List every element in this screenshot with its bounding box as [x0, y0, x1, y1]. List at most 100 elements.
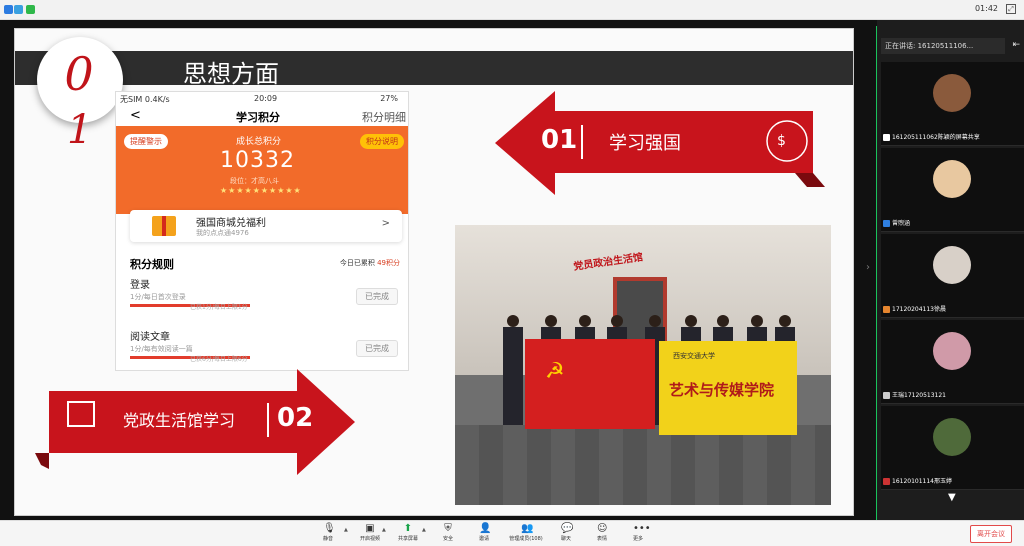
group-photo: 党员政治生活馆 ☭ 西安交通大学 艺术与传媒学院: [455, 225, 831, 505]
participant-name: 17120204113徐晨: [883, 304, 946, 313]
rule-progress-text: 已获6分/每日上限6分: [190, 356, 248, 363]
meeting-timer: 01:42: [974, 4, 998, 13]
phone-nav-detail: 积分明细: [362, 111, 406, 124]
chevron-up-icon[interactable]: ▲: [382, 527, 386, 533]
avatar: [933, 160, 971, 198]
participant-name-text: 王瑞17120513121: [892, 392, 946, 399]
microphone-icon: [883, 392, 890, 399]
score-label: 成长总积分: [236, 137, 282, 147]
more-button-label: 更多: [632, 536, 643, 542]
banner-right-divider: [581, 125, 583, 159]
collapse-icon[interactable]: ⇤: [1012, 40, 1020, 50]
rule-tag: 积分说明: [360, 134, 404, 149]
rank-stars: ★★★★★★★★★★: [220, 186, 302, 195]
alert-tag: 提醒警示: [124, 134, 168, 149]
app-icon: [4, 5, 13, 14]
rules-today: 今日已累积 49积分: [340, 258, 400, 268]
participant-name-text: 16120101114邢玉婷: [892, 478, 952, 485]
participant-tile[interactable]: 161205111062陈颖的屏幕共享: [881, 62, 1024, 146]
scroll-down-icon[interactable]: ▼: [948, 492, 956, 503]
video-button-label: 开启视频: [359, 536, 380, 542]
mic-muted-icon: [883, 478, 890, 485]
rule-progress-text: 已获1分/每日上限1分: [190, 304, 248, 311]
rules-today-label: 今日已累积: [339, 259, 375, 267]
share-screen-icon: ⬆: [403, 523, 413, 534]
lightbulb-money-icon: $: [777, 133, 786, 149]
party-flag: ☭: [525, 339, 655, 429]
user-icon: [883, 220, 890, 227]
participant-tile[interactable]: 王瑞17120513121: [881, 320, 1024, 404]
manage-participants-button[interactable]: 👥 管理成员(108): [504, 523, 548, 542]
phone-status-bar: 无SIM 0.4K/s 20:09 27%: [116, 92, 408, 106]
signal-icon: [26, 5, 35, 14]
rule-status: 已完成: [356, 288, 398, 305]
participant-name-text: 161205111062陈颖的屏幕共享: [892, 134, 980, 141]
participant-name: 曾煦涵: [883, 218, 910, 227]
leave-meeting-button[interactable]: 离开会议: [970, 525, 1012, 543]
rules-today-points: 49积分: [377, 259, 400, 267]
avatar: [933, 418, 971, 456]
phone-nav-title: 学习积分: [236, 111, 280, 124]
rule-item: 登录 1分/每日首次登录 已获1分/每日上限1分 已完成: [130, 276, 402, 322]
screen-share-icon: [883, 134, 890, 141]
user-icon: [883, 306, 890, 313]
avatar: [933, 246, 971, 284]
rule-status: 已完成: [356, 340, 398, 357]
slide-title: 思想方面: [183, 60, 279, 88]
smile-icon: ☺: [597, 523, 608, 534]
status-battery: 27%: [380, 94, 398, 103]
participant-name-text: 17120204113徐晨: [892, 306, 946, 313]
college-banner-text: 艺术与传媒学院: [669, 381, 775, 399]
badge-digit-one: 1: [67, 107, 93, 153]
mute-button[interactable]: 🎙 静音: [308, 523, 348, 542]
chat-button[interactable]: 💬 聊天: [546, 523, 586, 542]
rule-name: 阅读文章: [130, 332, 170, 343]
chevron-up-icon[interactable]: ▲: [422, 527, 426, 533]
participant-tile[interactable]: 17120204113徐晨: [881, 234, 1024, 318]
avatar: [933, 74, 971, 112]
banner-right-number: 01: [541, 125, 578, 155]
invite-button[interactable]: 👤 邀请: [464, 523, 504, 542]
banner-left-number: 02: [277, 403, 314, 433]
mall-subtitle: 我的点点通4976: [196, 229, 249, 237]
chat-button-label: 聊天: [560, 536, 571, 542]
fullscreen-icon[interactable]: ⤢: [1006, 4, 1016, 14]
rule-item: 阅读文章 1分/每有效阅读一篇 已获6分/每日上限6分 已完成: [130, 328, 402, 370]
phone-screenshot: 无SIM 0.4K/s 20:09 27% < 学习积分 积分明细 提醒警示 积…: [115, 91, 409, 371]
participant-tile[interactable]: 16120101114邢玉婷: [881, 406, 1024, 490]
panel-toggle-icon[interactable]: ›: [866, 262, 870, 273]
presentation-icon: [67, 401, 95, 427]
banner-right-text: 学习强国: [609, 133, 681, 154]
more-icon: •••: [633, 523, 651, 534]
college-banner-school: 西安交通大学: [673, 352, 715, 360]
phone-nav-bar: < 学习积分 积分明细: [116, 106, 408, 126]
mall-card: 强国商城兑福利 我的点点通4976 >: [130, 210, 402, 242]
security-button[interactable]: ▲ ⛨ 安全: [422, 523, 468, 542]
invite-icon: 👤: [479, 523, 492, 534]
more-button[interactable]: ••• 更多: [618, 523, 658, 542]
share-screen-button-label: 共享屏幕: [397, 536, 418, 542]
slide-header-band: [15, 51, 853, 85]
participant-name-text: 曾煦涵: [892, 220, 911, 227]
manage-participants-label: 管理成员(108): [509, 536, 543, 542]
participant-tile[interactable]: 曾煦涵: [881, 148, 1024, 232]
rule-desc: 1分/每有效阅读一篇: [130, 345, 193, 353]
chevron-right-icon: >: [381, 218, 390, 229]
participant-name: 161205111062陈颖的屏幕共享: [883, 132, 980, 141]
banner-left-text: 党政生活馆学习: [123, 411, 236, 430]
banner-left-divider: [267, 403, 269, 437]
chat-icon: 💬: [561, 523, 574, 534]
participant-panel: 正在讲话: 16120511106... ⇤ 161205111062陈颖的屏幕…: [877, 20, 1024, 520]
score-rank: 段位：才高八斗: [230, 177, 279, 185]
mute-button-label: 静音: [322, 536, 333, 542]
reactions-button-label: 表情: [596, 536, 607, 542]
camera-off-icon: ▣: [365, 523, 375, 534]
shared-screen: 思想方面 0 1 无SIM 0.4K/s 20:09 27% < 学习积分 积分…: [0, 20, 877, 520]
person: [503, 315, 523, 425]
shield-icon: [14, 5, 23, 14]
chevron-up-icon[interactable]: ▲: [344, 527, 348, 533]
rules-title: 积分规则: [130, 258, 174, 271]
participant-name: 16120101114邢玉婷: [883, 476, 952, 485]
reactions-button[interactable]: ☺ 表情: [582, 523, 622, 542]
title-bar: 01:42 ⤢: [0, 0, 1024, 20]
